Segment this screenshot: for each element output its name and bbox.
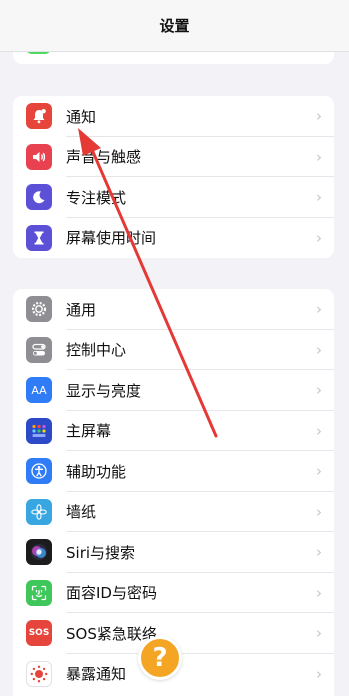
settings-group-notifications: 通知 › 声音与触感 › 专注模式 › 屏幕使用时间 › <box>13 96 334 258</box>
settings-row-face-id[interactable]: 面容ID与密码 › <box>13 573 334 613</box>
navigation-bar: 设置 <box>0 0 349 52</box>
settings-row-notifications[interactable]: 通知 › <box>13 96 334 137</box>
sos-icon: SOS <box>26 620 52 647</box>
chevron-right-icon: › <box>316 462 322 481</box>
settings-row-display-brightness[interactable]: AA 显示与亮度 › <box>13 370 334 411</box>
settings-row-sounds-haptics[interactable]: 声音与触感 › <box>13 137 334 177</box>
settings-row-label: 显示与亮度 <box>66 381 142 400</box>
chevron-right-icon: › <box>316 381 322 400</box>
settings-row-label: 辅助功能 <box>66 462 127 481</box>
settings-row-wallpaper[interactable]: 墙纸 › <box>13 492 334 532</box>
chevron-right-icon: › <box>316 543 322 562</box>
toggles-icon <box>26 336 52 363</box>
chevron-right-icon: › <box>316 188 322 207</box>
settings-row-general[interactable]: 通用 › <box>13 289 334 330</box>
settings-row-label: 面容ID与密码 <box>66 584 157 603</box>
settings-row-accessibility[interactable]: 辅助功能 › <box>13 451 334 492</box>
chevron-right-icon: › <box>316 502 322 521</box>
chevron-right-icon: › <box>316 624 322 643</box>
face-id-icon <box>26 579 52 606</box>
text-size-icon: AA <box>26 377 52 404</box>
chevron-right-icon: › <box>316 300 322 319</box>
settings-row-label: 专注模式 <box>66 188 127 207</box>
help-badge-icon[interactable]: ? <box>138 636 182 680</box>
settings-row-label: Siri与搜索 <box>66 543 136 562</box>
settings-row-focus[interactable]: 专注模式 › <box>13 177 334 218</box>
chevron-right-icon: › <box>316 147 322 166</box>
exposure-icon <box>26 660 52 687</box>
chevron-right-icon: › <box>316 583 322 602</box>
speaker-icon <box>26 143 52 170</box>
page-title: 设置 <box>159 17 190 35</box>
settings-row-home-screen[interactable]: 主屏幕 › <box>13 411 334 451</box>
settings-row-label: 声音与触感 <box>66 148 142 167</box>
settings-row-label: 控制中心 <box>66 341 127 360</box>
chevron-right-icon: › <box>316 340 322 359</box>
flower-icon <box>26 498 52 525</box>
settings-row-siri-search[interactable]: Siri与搜索 › <box>13 532 334 573</box>
home-screen-grid-icon <box>26 417 52 444</box>
moon-icon <box>26 184 52 211</box>
chevron-right-icon: › <box>316 107 322 126</box>
settings-row-label: 通用 <box>66 300 97 319</box>
settings-row-control-center[interactable]: 控制中心 › <box>13 330 334 370</box>
accessibility-icon <box>26 458 52 485</box>
settings-row-label: 主屏幕 <box>66 422 112 441</box>
chevron-right-icon: › <box>316 421 322 440</box>
settings-group-general: 通用 › 控制中心 › AA 显示与亮度 › 主屏幕 › 辅助功能 › 墙纸 ›… <box>13 289 334 696</box>
bell-badge-icon <box>26 103 52 130</box>
settings-row-label: 屏幕使用时间 <box>66 229 157 248</box>
gear-icon <box>26 296 52 323</box>
chevron-right-icon: › <box>316 228 322 247</box>
settings-row-screen-time[interactable]: 屏幕使用时间 › <box>13 218 334 259</box>
chevron-right-icon: › <box>316 664 322 683</box>
settings-row-label: SOS紧急联络 <box>66 624 157 643</box>
settings-row-label: 通知 <box>66 107 97 126</box>
settings-row-label: 暴露通知 <box>66 665 127 684</box>
settings-row-label: 墙纸 <box>66 503 97 522</box>
hourglass-icon <box>26 224 52 251</box>
siri-icon <box>26 539 52 566</box>
